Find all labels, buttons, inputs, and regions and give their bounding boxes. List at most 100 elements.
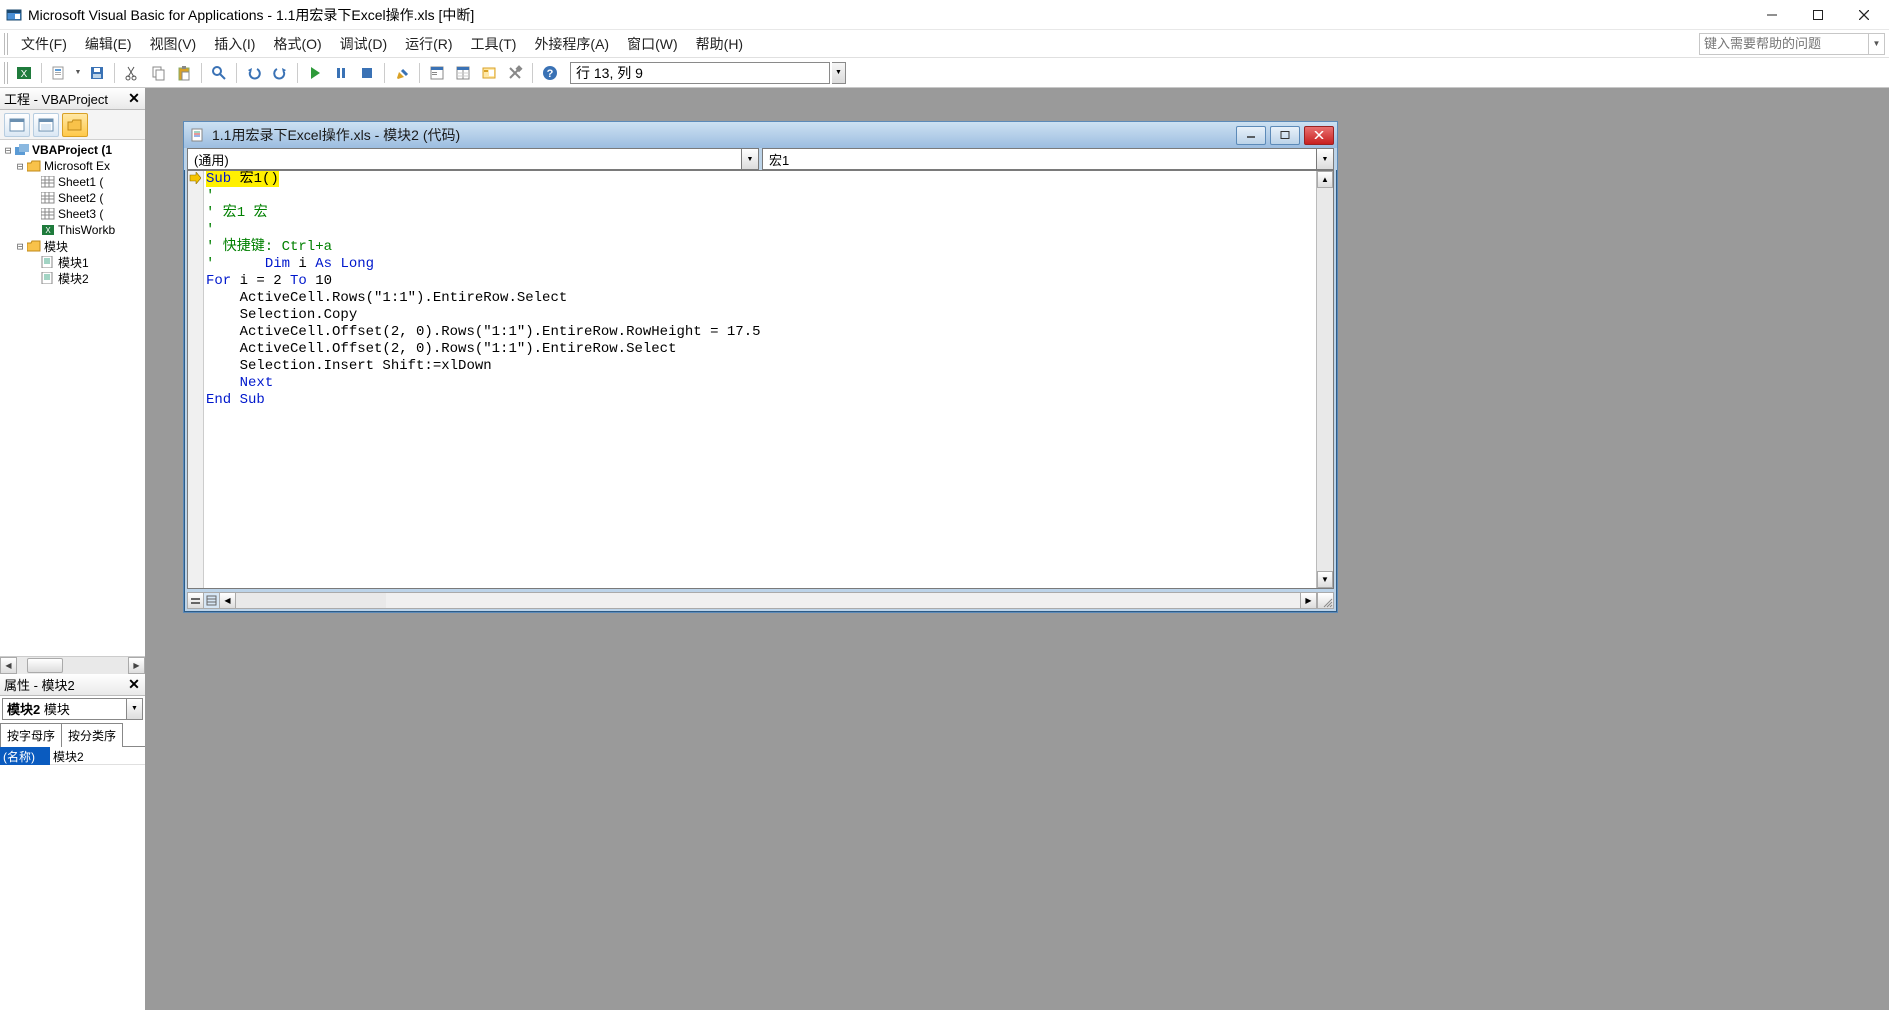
view-object-button[interactable]: [33, 113, 59, 137]
menu-addins[interactable]: 外接程序(A): [525, 31, 618, 57]
window-close-button[interactable]: [1841, 0, 1887, 30]
sheet-icon: [40, 207, 56, 221]
sheet-icon: [40, 191, 56, 205]
scroll-right-button[interactable]: ▶: [128, 657, 145, 674]
run-button[interactable]: [303, 61, 327, 85]
dropdown-icon[interactable]: ▼: [741, 149, 758, 169]
code-object-combo[interactable]: (通用) ▼: [187, 148, 759, 170]
properties-object-combo[interactable]: 模块2 模块 ▼: [2, 698, 143, 720]
toolbox-button[interactable]: [503, 61, 527, 85]
view-excel-button[interactable]: X: [12, 61, 36, 85]
redo-button[interactable]: [268, 61, 292, 85]
save-button[interactable]: [85, 61, 109, 85]
sheet-icon: [40, 175, 56, 189]
menu-debug[interactable]: 调试(D): [331, 31, 396, 57]
code-window-minimize-button[interactable]: [1236, 126, 1266, 145]
code-hscroll-track[interactable]: [236, 592, 386, 609]
tree-module2[interactable]: 模块2: [0, 270, 145, 286]
menu-view[interactable]: 视图(V): [141, 31, 206, 57]
procedure-view-button[interactable]: [187, 592, 204, 609]
code-window-maximize-button[interactable]: [1270, 126, 1300, 145]
copy-button[interactable]: [146, 61, 170, 85]
standard-toolbar: X ▼ ? 行 13, 列 9 ▼: [0, 58, 1889, 88]
code-window-close-button[interactable]: [1304, 126, 1334, 145]
undo-button[interactable]: [242, 61, 266, 85]
code-procedure-combo[interactable]: 宏1 ▼: [762, 148, 1334, 170]
svg-text:X: X: [45, 226, 51, 235]
help-search-dropdown[interactable]: ▼: [1869, 33, 1885, 55]
property-row-name[interactable]: (名称) 模块2: [0, 747, 145, 765]
help-button[interactable]: ?: [538, 61, 562, 85]
scroll-thumb[interactable]: [27, 658, 63, 673]
svg-text:?: ?: [547, 68, 554, 80]
tree-project-root[interactable]: ⊟VBAProject (1: [0, 142, 145, 158]
scroll-right-button[interactable]: ▶: [1300, 592, 1317, 609]
project-tree-hscroll[interactable]: ◀ ▶: [0, 657, 145, 674]
design-mode-button[interactable]: [390, 61, 414, 85]
svg-text:X: X: [21, 69, 28, 80]
help-search-input[interactable]: [1699, 33, 1869, 55]
toggle-folders-button[interactable]: [62, 113, 88, 137]
insert-module-button[interactable]: [47, 61, 71, 85]
project-explorer-button[interactable]: [425, 61, 449, 85]
workbook-icon: X: [40, 223, 56, 237]
dropdown-icon[interactable]: ▼: [126, 699, 142, 719]
module-icon: [40, 255, 56, 269]
menu-file[interactable]: 文件(F): [12, 31, 76, 57]
code-window: 1.1用宏录下Excel操作.xls - 模块2 (代码) (通用) ▼ 宏1 …: [183, 121, 1338, 613]
object-browser-button[interactable]: [477, 61, 501, 85]
project-pane-title: 工程 - VBAProject ✕: [0, 88, 145, 110]
menubar-grip[interactable]: [4, 33, 8, 55]
tree-modules-folder[interactable]: ⊟模块: [0, 238, 145, 254]
scroll-up-button[interactable]: ▲: [1317, 171, 1333, 188]
tree-msexcel-folder[interactable]: ⊟Microsoft Ex: [0, 158, 145, 174]
toolbar-grip[interactable]: [4, 62, 8, 84]
properties-tabs: 按字母序 按分类序: [0, 722, 145, 747]
menu-insert[interactable]: 插入(I): [205, 31, 264, 57]
tree-sheet2[interactable]: Sheet2 (: [0, 190, 145, 206]
code-vscroll[interactable]: ▲ ▼: [1316, 171, 1333, 588]
code-editor[interactable]: Sub 宏1() ' ' 宏1 宏 ' ' 快捷键: Ctrl+a ' Dim …: [204, 171, 1316, 588]
menu-help[interactable]: 帮助(H): [687, 31, 752, 57]
view-code-button[interactable]: [4, 113, 30, 137]
menu-tools[interactable]: 工具(T): [462, 31, 526, 57]
execution-pointer-icon: [189, 172, 201, 184]
code-window-titlebar[interactable]: 1.1用宏录下Excel操作.xls - 模块2 (代码): [184, 122, 1337, 148]
code-window-resize-grip[interactable]: [1317, 592, 1334, 609]
scroll-left-button[interactable]: ◀: [219, 592, 236, 609]
project-pane-close-button[interactable]: ✕: [123, 88, 145, 110]
property-name-value[interactable]: 模块2: [50, 747, 145, 765]
menu-run[interactable]: 运行(R): [396, 31, 461, 57]
properties-window-button[interactable]: [451, 61, 475, 85]
scroll-down-button[interactable]: ▼: [1317, 571, 1333, 588]
tree-sheet3[interactable]: Sheet3 (: [0, 206, 145, 222]
properties-grid[interactable]: (名称) 模块2: [0, 747, 145, 1010]
reset-button[interactable]: [355, 61, 379, 85]
tree-thisworkbook[interactable]: XThisWorkb: [0, 222, 145, 238]
tree-module1[interactable]: 模块1: [0, 254, 145, 270]
project-tree[interactable]: ⊟VBAProject (1 ⊟Microsoft Ex Sheet1 ( Sh…: [0, 140, 145, 657]
cursor-position-dropdown[interactable]: ▼: [832, 62, 846, 84]
code-margin[interactable]: [188, 171, 204, 588]
tab-categorized[interactable]: 按分类序: [61, 723, 123, 747]
tree-sheet1[interactable]: Sheet1 (: [0, 174, 145, 190]
find-button[interactable]: [207, 61, 231, 85]
full-module-view-button[interactable]: [203, 592, 220, 609]
break-button[interactable]: [329, 61, 353, 85]
window-maximize-button[interactable]: [1795, 0, 1841, 30]
menubar: 文件(F) 编辑(E) 视图(V) 插入(I) 格式(O) 调试(D) 运行(R…: [0, 30, 1889, 58]
menu-edit[interactable]: 编辑(E): [76, 31, 141, 57]
cut-button[interactable]: [120, 61, 144, 85]
tab-alphabetic[interactable]: 按字母序: [0, 723, 62, 747]
scroll-left-button[interactable]: ◀: [0, 657, 17, 674]
insert-module-dropdown[interactable]: ▼: [73, 61, 83, 85]
paste-button[interactable]: [172, 61, 196, 85]
menu-format[interactable]: 格式(O): [264, 31, 330, 57]
menu-window[interactable]: 窗口(W): [618, 31, 687, 57]
window-minimize-button[interactable]: [1749, 0, 1795, 30]
module-icon: [40, 271, 56, 285]
dropdown-icon[interactable]: ▼: [1316, 149, 1333, 169]
properties-pane-title: 属性 - 模块2 ✕: [0, 674, 145, 696]
properties-pane-close-button[interactable]: ✕: [123, 673, 145, 695]
vba-app-icon: [6, 7, 22, 23]
